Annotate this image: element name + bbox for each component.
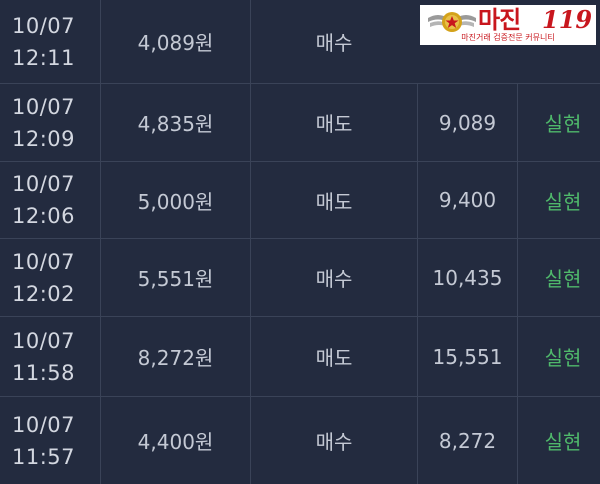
trade-time: 11:58 <box>12 360 76 385</box>
trade-date: 10/07 <box>12 13 76 38</box>
trade-price: 4,089원 <box>100 0 250 83</box>
trade-date: 10/07 <box>12 172 76 196</box>
trade-history-table: 10/07 12:11 4,089원 매수 10/07 12:09 4,835원… <box>0 0 600 484</box>
table-row: 10/07 12:09 4,835원 매도 9,089 실현 <box>0 84 600 162</box>
table-row: 10/07 12:06 5,000원 매도 9,400 실현 <box>0 162 600 239</box>
trade-datetime: 10/07 11:57 <box>0 397 100 484</box>
trade-date: 10/07 <box>12 249 76 274</box>
trade-time: 11:57 <box>12 444 76 469</box>
trade-amount: 10,435 <box>417 239 517 316</box>
trade-status: 실현 <box>517 317 600 396</box>
trade-datetime: 10/07 12:09 <box>0 84 100 161</box>
table-row: 10/07 12:02 5,551원 매수 10,435 실현 <box>0 239 600 317</box>
trade-datetime: 10/07 12:06 <box>0 162 100 238</box>
trade-time: 12:02 <box>12 281 76 306</box>
trade-amount: 9,089 <box>417 84 517 161</box>
watermark-brand: 마진 <box>478 6 521 34</box>
watermark-brand-number: 119 <box>542 5 593 34</box>
trade-time: 12:09 <box>12 126 76 151</box>
trade-time: 12:11 <box>12 45 76 70</box>
trade-datetime: 10/07 11:58 <box>0 317 100 396</box>
trade-price: 5,000원 <box>100 162 250 238</box>
trade-side: 매도 <box>250 162 417 238</box>
trade-date: 10/07 <box>12 328 76 353</box>
trade-time: 12:06 <box>12 204 76 228</box>
trade-date: 10/07 <box>12 94 76 119</box>
trade-price: 5,551원 <box>100 239 250 316</box>
trade-status: 실현 <box>517 397 600 484</box>
table-row: 10/07 11:57 4,400원 매수 8,272 실현 <box>0 397 600 484</box>
trade-side: 매수 <box>250 397 417 484</box>
trade-side: 매도 <box>250 84 417 161</box>
watermark-logo: 마진 119 마진거래 검증전문 커뮤니티 <box>420 5 596 45</box>
trade-status: 실현 <box>517 239 600 316</box>
police-emblem-icon <box>428 12 476 32</box>
trade-status: 실현 <box>517 162 600 238</box>
trade-price: 4,400원 <box>100 397 250 484</box>
trade-status: 실현 <box>517 84 600 161</box>
trade-amount: 8,272 <box>417 397 517 484</box>
trade-date: 10/07 <box>12 412 76 437</box>
trade-side: 매수 <box>250 239 417 316</box>
watermark-tagline: 마진거래 검증전문 커뮤니티 <box>461 33 555 42</box>
trade-side: 매수 <box>250 0 417 83</box>
trade-price: 4,835원 <box>100 84 250 161</box>
trade-datetime: 10/07 12:11 <box>0 0 100 83</box>
trade-datetime: 10/07 12:02 <box>0 239 100 316</box>
table-row: 10/07 11:58 8,272원 매도 15,551 실현 <box>0 317 600 397</box>
trade-amount: 9,400 <box>417 162 517 238</box>
trade-price: 8,272원 <box>100 317 250 396</box>
trade-amount: 15,551 <box>417 317 517 396</box>
trade-side: 매도 <box>250 317 417 396</box>
